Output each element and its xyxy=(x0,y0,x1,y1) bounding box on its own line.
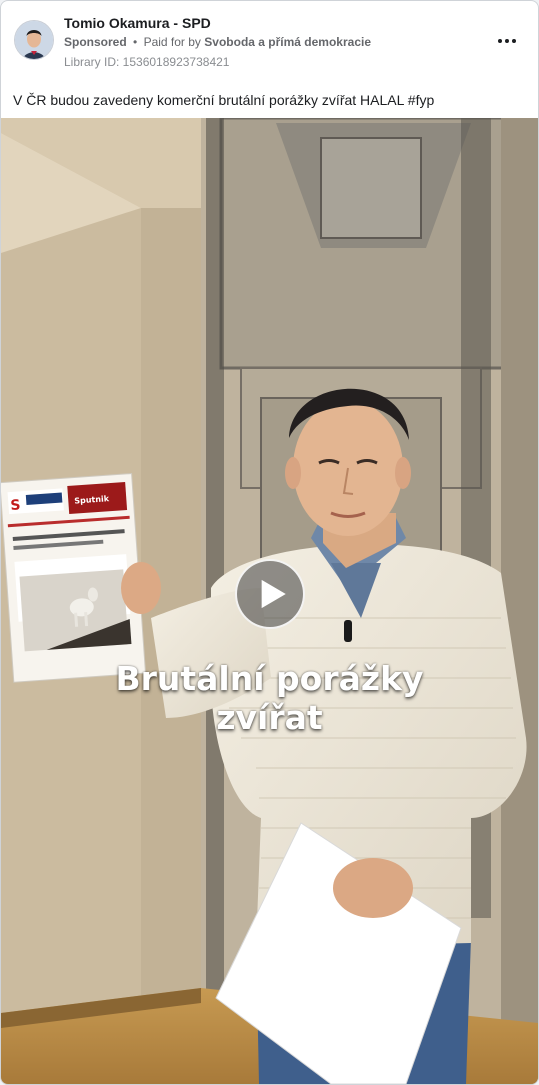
video-player[interactable]: S Sputnik Brutální porážky zvířat xyxy=(1,118,538,1084)
page-avatar[interactable] xyxy=(15,21,53,59)
ad-meta-line: Sponsored • Paid for by Svoboda a přímá … xyxy=(64,35,371,49)
library-id: Library ID: 1536018923738421 xyxy=(64,55,230,69)
video-caption-line-1: Brutální porážky xyxy=(115,659,424,698)
paid-for-prefix: Paid for by xyxy=(143,35,201,49)
sponsored-label: Sponsored xyxy=(64,35,127,49)
page-name-link[interactable]: Tomio Okamura - SPD xyxy=(64,15,211,31)
more-options-button[interactable] xyxy=(491,29,523,53)
avatar-image xyxy=(15,21,53,59)
svg-text:S: S xyxy=(10,497,21,514)
video-caption-line-2: zvířat xyxy=(216,698,323,737)
paid-for-by-name[interactable]: Svoboda a přímá demokracie xyxy=(204,35,371,49)
more-horizontal-icon xyxy=(498,39,502,43)
post-text: V ČR budou zavedeny komerční brutální po… xyxy=(13,92,435,108)
ad-card: Tomio Okamura - SPD Sponsored • Paid for… xyxy=(0,0,539,1085)
play-button[interactable] xyxy=(235,559,305,629)
play-icon xyxy=(261,579,286,609)
meta-separator: • xyxy=(133,35,138,49)
